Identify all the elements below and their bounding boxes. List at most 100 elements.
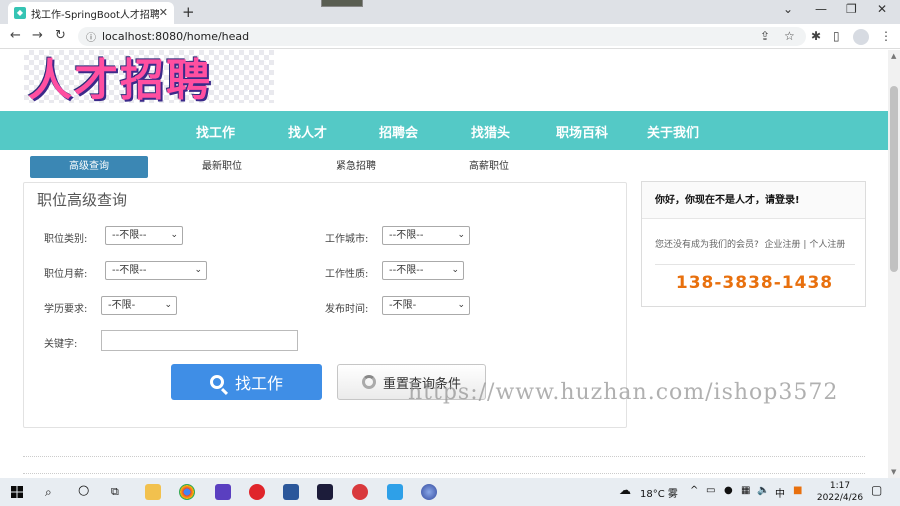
tray-icon[interactable]: ■: [793, 485, 802, 496]
sub-tabs: 高级查询 最新职位 紧急招聘 高薪职位: [0, 154, 888, 180]
volume-icon[interactable]: 🔈: [757, 485, 769, 496]
footer-divider: [23, 473, 865, 474]
task-view-icon[interactable]: ⧉: [111, 485, 119, 499]
netease-music-icon[interactable]: [249, 484, 265, 500]
tray-icon[interactable]: ▭: [706, 485, 715, 496]
tab-latest-jobs[interactable]: 最新职位: [163, 156, 281, 178]
hotline-phone: 138-3838-1438: [675, 273, 834, 293]
weather-text[interactable]: 18°C 雾: [640, 485, 678, 500]
site-info-icon[interactable]: ⓘ: [86, 29, 96, 44]
site-favicon-icon: ◆: [14, 7, 26, 19]
nav-item-job-fair[interactable]: 招聘会: [379, 122, 418, 141]
post-time-select[interactable]: -不限- ⌄: [382, 296, 470, 315]
search-icon[interactable]: ⌕: [45, 485, 52, 500]
login-greeting: 你好，你现在不是人才，请登录!: [642, 182, 865, 219]
word-icon[interactable]: [283, 484, 299, 500]
divider: [655, 264, 855, 265]
tab-high-salary-jobs[interactable]: 高薪职位: [430, 156, 548, 178]
job-type-select[interactable]: --不限-- ⌄: [382, 261, 464, 280]
tab-advanced-search[interactable]: 高级查询: [30, 156, 148, 178]
nav-item-about-us[interactable]: 关于我们: [647, 122, 699, 141]
logo-text: 人才招聘: [28, 55, 212, 103]
education-select[interactable]: -不限- ⌄: [101, 296, 177, 315]
system-clock[interactable]: 1:17 2022/4/26: [815, 480, 865, 504]
footer-divider: [23, 456, 865, 457]
network-icon[interactable]: ▦: [741, 485, 750, 496]
chevron-down-icon: ⌄: [451, 265, 459, 275]
work-city-select[interactable]: --不限-- ⌄: [382, 226, 470, 245]
file-explorer-icon[interactable]: [145, 484, 161, 500]
close-tab-icon[interactable]: ✕: [159, 6, 168, 19]
chevron-down-icon: ⌄: [457, 300, 465, 310]
search-icon: [209, 375, 224, 389]
windows-start-icon[interactable]: [11, 486, 23, 498]
weather-cloud-icon: ☁: [619, 483, 631, 497]
nav-item-headhunter[interactable]: 找猎头: [471, 122, 510, 141]
scrollbar-thumb[interactable]: [890, 86, 898, 272]
nav-item-find-talent[interactable]: 找人才: [288, 122, 327, 141]
chevron-down-icon: ⌄: [164, 300, 172, 310]
reset-icon: [361, 375, 376, 389]
app-icon[interactable]: [421, 484, 437, 500]
chevron-up-icon[interactable]: ^: [690, 485, 698, 496]
panel-title: 职位高级查询: [37, 191, 128, 209]
side-panel-icon[interactable]: ▯: [833, 29, 840, 43]
bookmark-star-icon[interactable]: ☆: [784, 29, 795, 43]
app-icon[interactable]: [215, 484, 231, 500]
intellij-icon[interactable]: [317, 484, 333, 500]
main-nav: 找工作 找人才 招聘会 找猎头 职场百科 关于我们: [0, 111, 888, 150]
chevron-down-icon: ⌄: [170, 230, 178, 240]
find-job-button[interactable]: 找工作: [171, 364, 322, 400]
scroll-up-icon[interactable]: ▲: [891, 52, 896, 60]
app-icon[interactable]: [352, 484, 368, 500]
tray-icon[interactable]: ●: [724, 485, 733, 496]
job-type-label: 工作性质:: [325, 269, 369, 280]
tab-urgent-jobs[interactable]: 紧急招聘: [297, 156, 415, 178]
person-register-link[interactable]: 个人注册: [809, 240, 845, 250]
browser-tab-bar: ◆ 找工作-SpringBoot人才招聘系统 ✕ + ⌄ — ❐ ✕: [0, 0, 900, 24]
job-category-select[interactable]: --不限-- ⌄: [105, 226, 183, 245]
scroll-down-icon[interactable]: ▼: [891, 468, 896, 476]
work-city-label: 工作城市:: [325, 234, 369, 245]
company-register-link[interactable]: 企业注册: [765, 240, 801, 250]
keyword-input[interactable]: [101, 330, 298, 351]
browser-tab[interactable]: ◆ 找工作-SpringBoot人才招聘系统 ✕: [8, 2, 174, 24]
watermark-text: https://www.huzhan.com/ishop3572: [408, 380, 839, 405]
nav-item-find-job[interactable]: 找工作: [196, 122, 235, 141]
minimize-button[interactable]: —: [815, 2, 827, 16]
site-logo[interactable]: 人才招聘: [24, 50, 274, 103]
monthly-salary-select[interactable]: --不限-- ⌄: [105, 261, 207, 280]
app-icon[interactable]: [387, 484, 403, 500]
new-tab-button[interactable]: +: [182, 3, 195, 21]
education-label: 学历要求:: [44, 304, 88, 315]
nav-item-career-wiki[interactable]: 职场百科: [556, 122, 608, 141]
menu-kebab-icon[interactable]: ⋮: [880, 29, 892, 43]
pinned-window-thumbnail: [321, 0, 363, 7]
address-bar[interactable]: ⓘ localhost:8080/home/head: [78, 27, 806, 46]
url-text: localhost:8080/home/head: [102, 30, 250, 43]
share-icon[interactable]: ⇪: [760, 29, 770, 43]
chrome-icon[interactable]: [179, 484, 195, 500]
post-time-label: 发布时间:: [325, 304, 369, 315]
tab-search-icon[interactable]: ⌄: [783, 2, 793, 16]
monthly-salary-label: 职位月薪:: [44, 269, 88, 280]
reload-icon[interactable]: ↻: [55, 28, 66, 43]
chevron-down-icon: ⌄: [457, 230, 465, 240]
page-viewport: 人才招聘 找工作 找人才 招聘会 找猎头 职场百科 关于我们 高级查询 最新职位…: [0, 50, 888, 478]
login-box: 你好，你现在不是人才，请登录! 您还没有成为我们的会员? 企业注册 | 个人注册…: [641, 181, 866, 307]
cortana-icon[interactable]: ○: [78, 483, 89, 498]
extensions-icon[interactable]: ✱: [811, 29, 821, 43]
chevron-down-icon: ⌄: [194, 265, 202, 275]
browser-toolbar: ← → ↻ ⓘ localhost:8080/home/head ⇪ ☆ ✱ ▯…: [0, 24, 900, 49]
register-tip: 您还没有成为我们的会员? 企业注册 | 个人注册: [655, 240, 846, 250]
maximize-button[interactable]: ❐: [846, 2, 857, 16]
notifications-icon[interactable]: ▢: [871, 483, 882, 497]
profile-avatar[interactable]: [853, 29, 869, 45]
keyword-label: 关键字:: [44, 339, 78, 350]
job-category-label: 职位类别:: [44, 234, 88, 245]
ime-indicator[interactable]: 中: [775, 485, 785, 500]
back-arrow-icon[interactable]: ←: [10, 28, 21, 43]
os-taskbar: ⌕ ○ ⧉ ☁ 18°C 雾 ^ ▭ ● ▦ 🔈 中 ■ 1:17 2022/4…: [0, 478, 900, 506]
close-window-button[interactable]: ✕: [877, 2, 887, 16]
forward-arrow-icon[interactable]: →: [32, 28, 43, 43]
